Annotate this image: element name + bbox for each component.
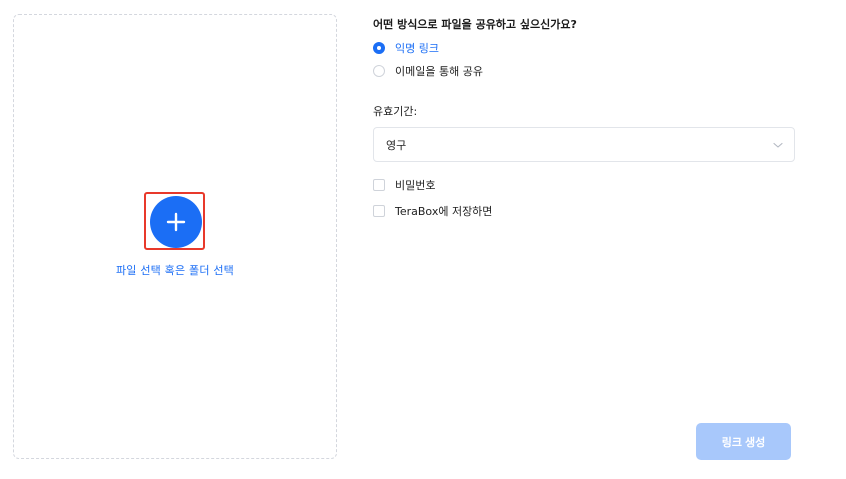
radio-share-by-email[interactable]: 이메일을 통해 공유 [373, 63, 483, 79]
or-text: 혹은 [164, 264, 186, 277]
save-to-terabox-label: TeraBox에 저장하면 [395, 205, 493, 218]
password-label: 비밀번호 [395, 179, 436, 192]
select-file-link[interactable]: 파일 선택 [116, 264, 161, 277]
upload-options: 파일 선택 혹은 폴더 선택 [13, 262, 337, 278]
password-option[interactable]: 비밀번호 [373, 177, 435, 193]
chevron-down-icon [773, 142, 783, 148]
select-folder-link[interactable]: 폴더 선택 [189, 264, 234, 277]
radio-checked-icon[interactable] [373, 42, 385, 54]
save-to-terabox-checkbox[interactable] [373, 205, 385, 217]
password-checkbox[interactable] [373, 179, 385, 191]
expiry-label: 유효기간: [373, 105, 418, 118]
expiry-selected-value: 영구 [386, 138, 407, 152]
radio-unchecked-icon[interactable] [373, 65, 385, 77]
share-method-question: 어떤 방식으로 파일을 공유하고 싶으신가요? [373, 18, 577, 31]
add-file-button[interactable] [150, 196, 202, 248]
plus-icon [166, 212, 186, 232]
save-to-terabox-option[interactable]: TeraBox에 저장하면 [373, 203, 492, 219]
radio-label: 이메일을 통해 공유 [395, 65, 483, 78]
expiry-select[interactable]: 영구 [373, 127, 795, 162]
radio-anonymous-link[interactable]: 익명 링크 [373, 40, 439, 56]
radio-label: 익명 링크 [395, 42, 439, 55]
share-page: 파일 선택 혹은 폴더 선택 어떤 방식으로 파일을 공유하고 싶으신가요? 익… [0, 0, 846, 479]
create-link-button[interactable]: 링크 생성 [696, 423, 791, 460]
